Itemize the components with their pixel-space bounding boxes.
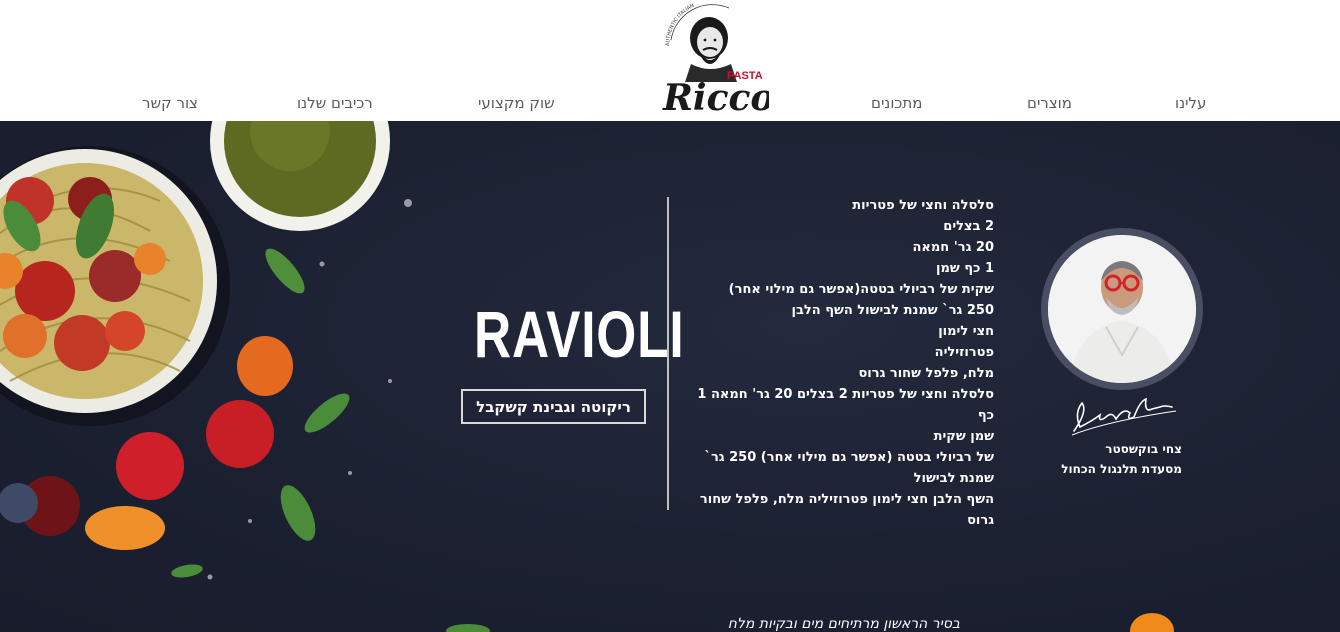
ingredient-item: 1 כף שמן — [936, 261, 994, 276]
brand-logo[interactable]: AUTHENTIC ITALIAN PASTA Ricco — [657, 2, 769, 120]
chef-photo — [1048, 235, 1196, 383]
ingredient-item: 2 בצלים — [943, 219, 994, 234]
ingredient-item: פטרוזיליה — [934, 345, 994, 360]
recipe-section: RAVIOLI ריקוטה וגבינת קשקבל סלסלה וחצי ש… — [0, 121, 1340, 632]
ingredient-item: שמנת לבישול — [913, 471, 994, 486]
chef-restaurant: מסעדת תלנגול הכחול — [1061, 462, 1182, 476]
site-header: עלינו מוצרים מתכונים AUTHENTIC ITALIAN P… — [0, 0, 1340, 121]
chef-credit: צחי בוקשסטר מסעדת תלנגול הכחול — [1040, 439, 1182, 479]
ingredient-item: 250 גר` שמנת לבישול השף הלבן — [791, 303, 995, 318]
ingredient-item: של רביולי בטטה (אפשר גם מילוי אחר) 250 ג… — [704, 450, 994, 465]
recipe-subtitle-badge: ריקוטה וגבינת קשקבל — [461, 389, 646, 424]
pasta-food-image — [0, 121, 412, 580]
ingredient-item: שקית של רביולי בטטה(אפשר גם מילוי אחר) — [728, 282, 994, 297]
ingredient-item: סלסלה וחצי של פטריות 2 בצלים 20 גר' חמאה… — [697, 387, 994, 423]
ingredients-list: סלסלה וחצי של פטריות 2 בצלים 20 גר' חמאה… — [684, 195, 994, 531]
ingredient-item: מלח, פלפל שחור גרוס — [858, 366, 994, 381]
recipe-step-text: בסיר הראשון מרתיחים מים ובקיות מלח — [727, 616, 960, 632]
chef-name: צחי בוקשסטר — [1105, 442, 1182, 456]
ingredient-item: סלסלה וחצי של פטריות — [852, 198, 994, 213]
nav-about[interactable]: עלינו — [1175, 94, 1206, 112]
ingredient-item: גרוס — [967, 513, 994, 528]
recipe-title: RAVIOLI — [474, 297, 685, 371]
logo-wordmark: Ricco — [662, 77, 769, 119]
leaf-decoration — [446, 624, 490, 632]
nav-ingredients[interactable]: רכיבים שלנו — [297, 94, 373, 112]
ingredient-item: 20 גר' חמאה — [912, 240, 995, 255]
nav-products[interactable]: מוצרים — [1027, 94, 1072, 112]
chef-avatar — [1041, 228, 1203, 390]
divider-line — [667, 197, 669, 510]
nav-market[interactable]: שוק מקצועי — [478, 94, 555, 112]
tomato-decoration — [1130, 613, 1174, 632]
ingredient-item: חצי לימון — [938, 324, 994, 339]
chef-signature — [1071, 397, 1177, 436]
nav-contact[interactable]: צור קשר — [142, 94, 198, 112]
nav-recipes[interactable]: מתכונים — [871, 94, 922, 112]
ingredient-item: שמן שקית — [933, 429, 994, 444]
ingredient-item: השף הלבן חצי לימון פטרוזיליה מלח, פלפל ש… — [699, 492, 994, 507]
